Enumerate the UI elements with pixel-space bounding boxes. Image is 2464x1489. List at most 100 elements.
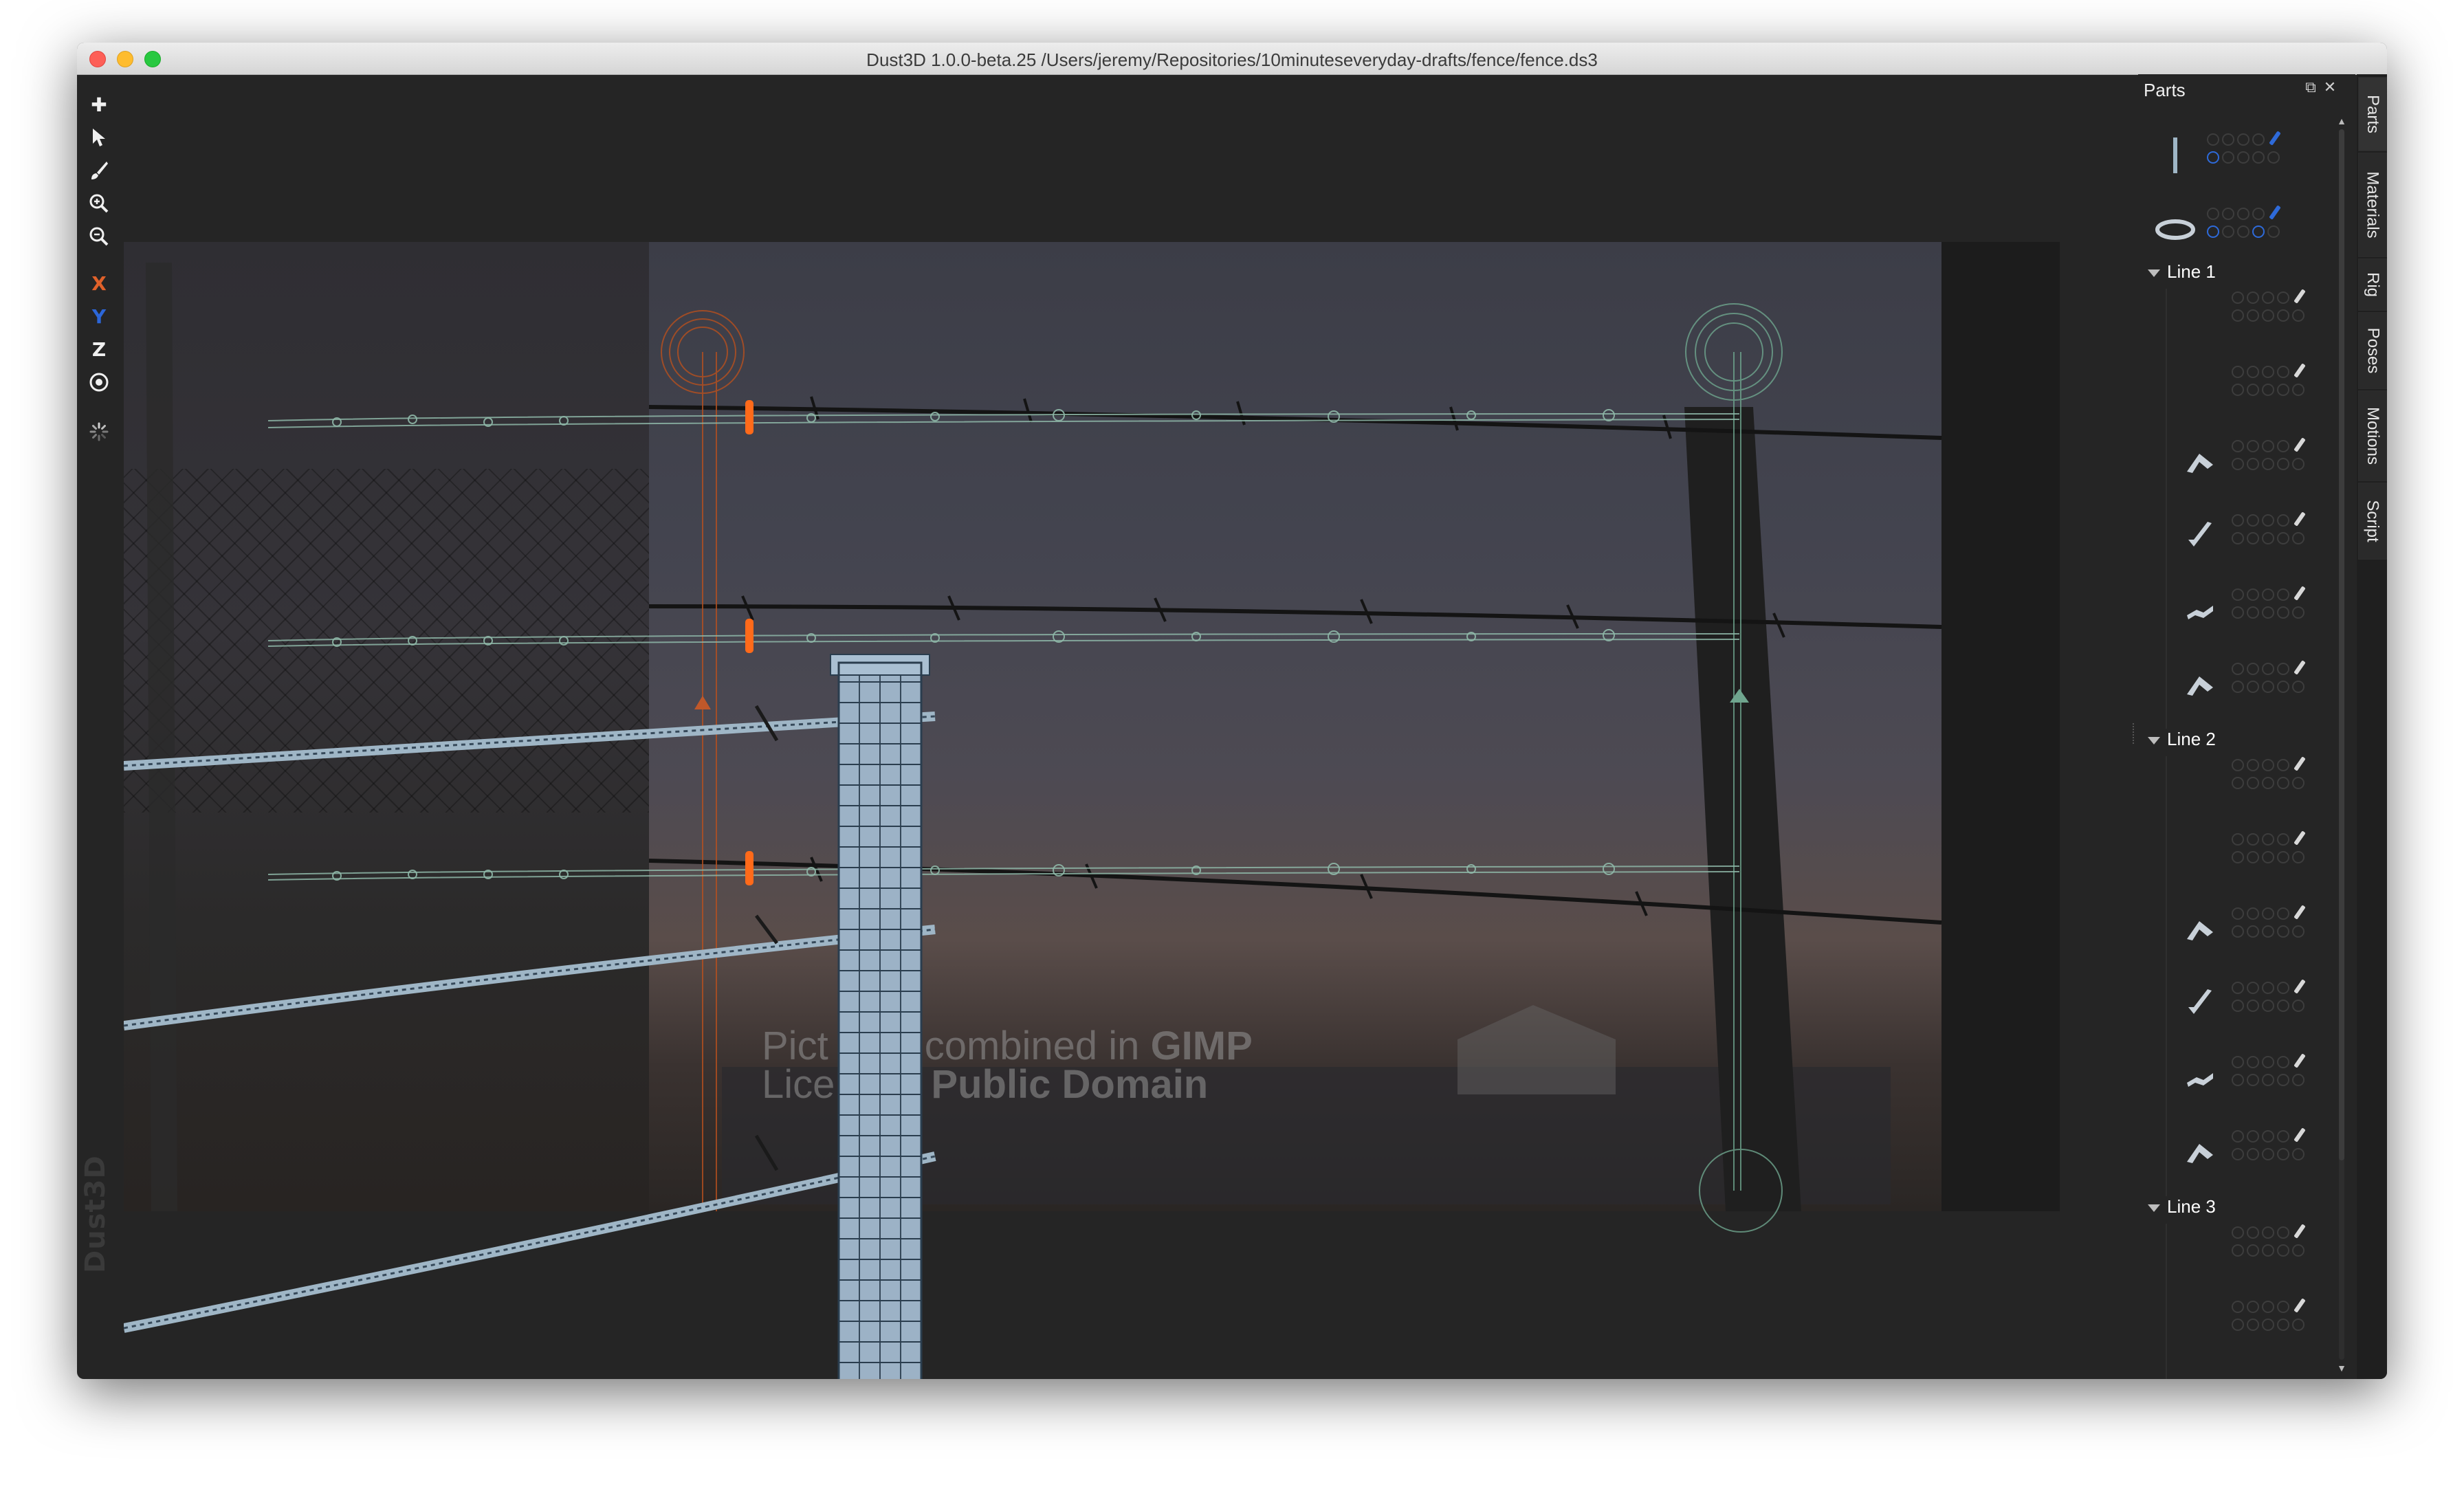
xmirror-toggle[interactable] [2247, 384, 2259, 396]
zoom-in-icon[interactable] [87, 191, 111, 216]
color-edit-icon[interactable] [2294, 289, 2306, 304]
xmirror-toggle[interactable] [2247, 1148, 2259, 1160]
visibility-toggle[interactable] [2232, 907, 2244, 920]
chamfer-toggle[interactable] [2292, 1244, 2304, 1257]
lock-toggle[interactable] [2247, 907, 2259, 920]
chamfer-toggle[interactable] [2292, 384, 2304, 396]
y-axis-lock-button[interactable]: Y [87, 304, 111, 329]
disable-toggle[interactable] [2232, 532, 2244, 544]
color-edit-icon[interactable] [2269, 205, 2281, 220]
subdivide-toggle[interactable] [2262, 588, 2274, 601]
part-item[interactable] [2166, 429, 2331, 498]
scroll-up-icon[interactable]: ▲ [2335, 115, 2348, 126]
deform-toggle[interactable] [2262, 925, 2274, 938]
lock-toggle[interactable] [2247, 663, 2259, 675]
part-item[interactable] [2166, 280, 2331, 349]
rounded-toggle[interactable] [2277, 833, 2289, 846]
subdivide-toggle[interactable] [2262, 907, 2274, 920]
xmirror-toggle[interactable] [2247, 606, 2259, 619]
subdivide-toggle[interactable] [2262, 833, 2274, 846]
visibility-toggle[interactable] [2232, 759, 2244, 771]
expand-triangle-icon[interactable] [2148, 269, 2160, 277]
wrap-toggle[interactable] [2277, 925, 2289, 938]
wrap-toggle[interactable] [2277, 1148, 2289, 1160]
chamfer-toggle[interactable] [2292, 606, 2304, 619]
rounded-toggle[interactable] [2277, 759, 2289, 771]
rounded-toggle[interactable] [2277, 1130, 2289, 1143]
xmirror-toggle[interactable] [2247, 925, 2259, 938]
deform-toggle[interactable] [2237, 225, 2250, 238]
visibility-toggle[interactable] [2232, 514, 2244, 527]
tab-poses[interactable]: Poses [2358, 312, 2387, 389]
part-item[interactable] [2166, 896, 2331, 965]
rounded-toggle[interactable] [2252, 208, 2265, 220]
wrap-toggle[interactable] [2277, 777, 2289, 789]
color-edit-icon[interactable] [2294, 905, 2306, 920]
deform-toggle[interactable] [2262, 1074, 2274, 1086]
disable-toggle[interactable] [2232, 777, 2244, 789]
wrap-toggle[interactable] [2277, 1074, 2289, 1086]
lock-toggle[interactable] [2222, 133, 2234, 146]
visibility-toggle[interactable] [2207, 208, 2219, 220]
wrap-toggle[interactable] [2252, 225, 2265, 238]
chamfer-toggle[interactable] [2292, 458, 2304, 470]
rounded-toggle[interactable] [2277, 588, 2289, 601]
deform-toggle[interactable] [2262, 681, 2274, 693]
rounded-toggle[interactable] [2277, 663, 2289, 675]
color-edit-icon[interactable] [2294, 437, 2306, 452]
3d-viewport[interactable]: Pict combined in GIMP Lice Public Domain [124, 242, 2138, 1379]
part-item[interactable] [2166, 1119, 2331, 1188]
color-edit-icon[interactable] [2294, 511, 2306, 527]
wrap-toggle[interactable] [2277, 681, 2289, 693]
disable-toggle[interactable] [2232, 606, 2244, 619]
rounded-toggle[interactable] [2277, 1301, 2289, 1313]
chamfer-toggle[interactable] [2292, 925, 2304, 938]
disable-toggle[interactable] [2232, 1244, 2244, 1257]
chamfer-toggle[interactable] [2292, 532, 2304, 544]
select-icon[interactable] [87, 125, 111, 150]
radius-lock-icon[interactable] [87, 370, 111, 395]
subdivide-toggle[interactable] [2262, 366, 2274, 378]
xmirror-toggle[interactable] [2247, 777, 2259, 789]
chamfer-toggle[interactable] [2292, 851, 2304, 863]
chamfer-toggle[interactable] [2267, 151, 2280, 164]
xmirror-toggle[interactable] [2247, 681, 2259, 693]
visibility-toggle[interactable] [2207, 133, 2219, 146]
lock-toggle[interactable] [2247, 366, 2259, 378]
group-line-2[interactable]: Line 2 [2148, 729, 2216, 750]
xmirror-toggle[interactable] [2247, 309, 2259, 322]
deform-toggle[interactable] [2262, 1244, 2274, 1257]
visibility-toggle[interactable] [2232, 1226, 2244, 1239]
subdivide-toggle[interactable] [2237, 208, 2250, 220]
chamfer-toggle[interactable] [2292, 1319, 2304, 1331]
disable-toggle[interactable] [2232, 925, 2244, 938]
rounded-toggle[interactable] [2277, 440, 2289, 452]
subdivide-toggle[interactable] [2262, 440, 2274, 452]
rounded-toggle[interactable] [2277, 514, 2289, 527]
tab-materials[interactable]: Materials [2358, 153, 2387, 257]
subdivide-toggle[interactable] [2262, 1056, 2274, 1068]
visibility-toggle[interactable] [2232, 1301, 2244, 1313]
part-item[interactable] [2141, 122, 2306, 191]
color-edit-icon[interactable] [2294, 1298, 2306, 1313]
disable-toggle[interactable] [2232, 1319, 2244, 1331]
subdivide-toggle[interactable] [2262, 1301, 2274, 1313]
deform-toggle[interactable] [2262, 1319, 2274, 1331]
deform-toggle[interactable] [2262, 851, 2274, 863]
xmirror-toggle[interactable] [2247, 532, 2259, 544]
disable-toggle[interactable] [2232, 458, 2244, 470]
lock-toggle[interactable] [2247, 514, 2259, 527]
part-item[interactable] [2166, 1215, 2331, 1284]
subdivide-toggle[interactable] [2262, 291, 2274, 304]
x-axis-lock-button[interactable]: X [87, 271, 111, 296]
paint-brush-icon[interactable] [87, 158, 111, 183]
chamfer-toggle[interactable] [2292, 777, 2304, 789]
part-item[interactable] [2166, 1045, 2331, 1114]
deform-toggle[interactable] [2262, 309, 2274, 322]
part-item[interactable] [2166, 355, 2331, 423]
part-item[interactable] [2166, 577, 2331, 646]
lock-toggle[interactable] [2247, 1301, 2259, 1313]
deform-toggle[interactable] [2262, 1000, 2274, 1012]
color-edit-icon[interactable] [2294, 1224, 2306, 1239]
wrap-toggle[interactable] [2277, 851, 2289, 863]
